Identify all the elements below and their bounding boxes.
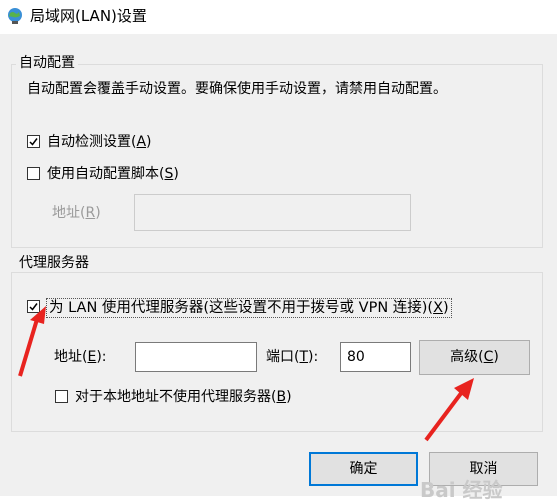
window-title: 局域网(LAN)设置 xyxy=(30,7,147,25)
auto-script-checkbox[interactable] xyxy=(27,167,40,180)
annotation-arrow-right xyxy=(424,378,474,442)
annotation-arrow-left xyxy=(18,306,46,377)
proxy-address-label: 地址(E): xyxy=(54,349,107,365)
ok-button[interactable]: 确定 xyxy=(309,452,418,486)
auto-config-group-title: 自动配置 xyxy=(16,54,78,72)
script-address-input[interactable] xyxy=(134,194,411,231)
globe-network-icon xyxy=(8,8,22,24)
auto-script-label[interactable]: 使用自动配置脚本(S) xyxy=(47,165,179,183)
auto-config-description: 自动配置会覆盖手动设置。要确保使用手动设置，请禁用自动配置。 xyxy=(27,81,447,97)
checkmark-icon xyxy=(29,138,38,146)
use-proxy-label[interactable]: 为 LAN 使用代理服务器(这些设置不用于拨号或 VPN 连接)(X) xyxy=(46,298,452,318)
title-bar[interactable]: 局域网(LAN)设置 xyxy=(0,0,557,34)
watermark: Bai 经验 xyxy=(420,478,503,502)
proxy-port-input[interactable]: 80 xyxy=(340,342,411,372)
proxy-group-title: 代理服务器 xyxy=(16,254,92,272)
proxy-port-label: 端口(T): xyxy=(266,349,319,365)
advanced-button[interactable]: 高级(C) xyxy=(419,340,530,375)
auto-detect-label[interactable]: 自动检测设置(A) xyxy=(47,133,152,151)
bypass-local-label[interactable]: 对于本地地址不使用代理服务器(B) xyxy=(75,388,292,406)
script-address-label: 地址(R) xyxy=(52,205,101,221)
bypass-local-checkbox[interactable] xyxy=(55,390,68,403)
proxy-address-input[interactable] xyxy=(135,342,257,372)
dialog-body: 自动配置 自动配置会覆盖手动设置。要确保使用手动设置，请禁用自动配置。 自动检测… xyxy=(0,34,557,502)
auto-detect-checkbox[interactable] xyxy=(27,135,40,148)
